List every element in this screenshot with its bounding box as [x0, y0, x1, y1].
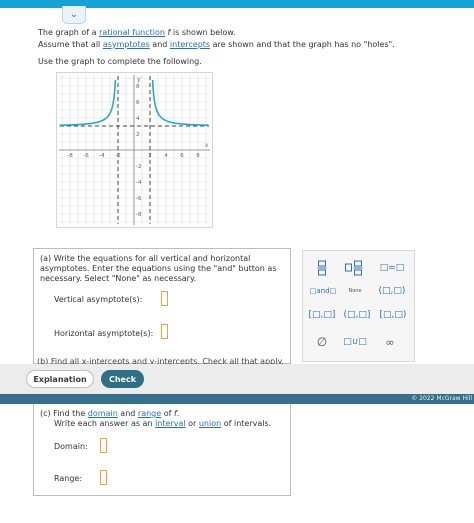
x-tick-label: -4 [99, 153, 105, 159]
y-tick-label: -8 [136, 212, 142, 218]
intercepts-link[interactable]: intercepts [170, 40, 210, 49]
mixed-number-button[interactable] [341, 259, 367, 277]
y-tick-label: -2 [136, 164, 141, 170]
part-c-line-1: (c) Find the domain and range of f. [40, 409, 180, 418]
problem-line-1: The graph of a rational function f is sh… [38, 28, 236, 37]
footer-bar [0, 394, 474, 404]
equals-button[interactable]: □=□ [373, 259, 411, 277]
math-palette: □=□ □and□ None (□,□) [□,□] (□,□] [□,□) ∅… [302, 250, 415, 362]
asymptotes-link[interactable]: asymptotes [103, 40, 150, 49]
interval-link[interactable]: interval [155, 419, 186, 428]
instruction-text: Use the graph to complete the following. [38, 57, 202, 66]
x-tick-label: 2 [148, 153, 152, 159]
problem-statement: The graph of a rational function f is sh… [38, 27, 395, 51]
part-a-box: (a) Write the equations for all vertical… [33, 248, 291, 366]
chevron-down-icon[interactable]: ⌄ [70, 9, 78, 20]
check-button[interactable]: Check [101, 370, 144, 388]
y-tick-label: 4 [136, 116, 140, 122]
open-open-interval-button[interactable]: (□,□) [373, 283, 411, 299]
function-curve-left [59, 79, 117, 127]
domain-input[interactable] [100, 438, 107, 453]
y-tick-label: -4 [136, 180, 142, 186]
infinity-button[interactable]: ∞ [375, 333, 405, 351]
function-curve-right [151, 79, 209, 127]
problem-line-2: Assume that all asymptotes and intercept… [38, 40, 395, 49]
rational-function-link[interactable]: rational function [99, 28, 165, 37]
union-link[interactable]: union [199, 419, 221, 428]
x-tick-label: 6 [180, 153, 184, 159]
x-tick-label: 4 [164, 153, 168, 159]
fraction-icon [317, 260, 327, 276]
none-button[interactable]: None [343, 283, 367, 299]
range-input[interactable] [100, 470, 107, 485]
empty-set-button[interactable]: ∅ [311, 333, 333, 351]
y-tick-label: 8 [136, 84, 140, 90]
vertical-asymptote-label: Vertical asymptote(s): [54, 295, 143, 304]
copyright-text: © 2022 McGraw Hill [411, 395, 472, 402]
collapse-tab[interactable]: ⌄ [62, 6, 86, 24]
mixed-number-icon [345, 260, 363, 276]
domain-label: Domain: [54, 442, 88, 451]
range-label: Range: [54, 474, 83, 483]
horizontal-asymptote-input[interactable] [161, 324, 168, 339]
part-a-text: (a) Write the equations for all vertical… [40, 254, 277, 283]
part-c-line-2: Write each answer as an interval or unio… [54, 419, 272, 428]
domain-link[interactable]: domain [88, 409, 118, 418]
closed-closed-interval-button[interactable]: [□,□] [305, 307, 339, 323]
horizontal-asymptote-label: Horizontal asymptote(s): [54, 329, 154, 338]
x-tick-label: 8 [196, 153, 200, 159]
range-link[interactable]: range [138, 409, 161, 418]
explanation-button[interactable]: Explanation [26, 370, 94, 388]
fraction-button[interactable] [311, 259, 333, 277]
y-axis-label: y [136, 76, 141, 83]
closed-open-interval-button[interactable]: [□,□) [375, 307, 411, 323]
x-tick-label: -6 [83, 153, 89, 159]
function-graph: -8 -6 -4 -2 2 4 6 8 8 6 4 2 -2 -4 -6 -8 x y [56, 72, 213, 228]
graph-canvas: -8 -6 -4 -2 2 4 6 8 8 6 4 2 -2 -4 -6 -8 x y [59, 75, 210, 225]
part-c-box: (c) Find the domain and range of f. Writ… [33, 404, 291, 496]
union-button[interactable]: □∪□ [341, 333, 369, 351]
part-c-text: (c) Find the domain and range of f. Writ… [40, 409, 271, 429]
y-tick-label: -6 [136, 196, 142, 202]
x-tick-label: -2 [115, 153, 120, 159]
y-tick-label: 2 [136, 132, 140, 138]
and-button[interactable]: □and□ [305, 283, 341, 299]
x-axis-label: x [205, 142, 209, 149]
open-closed-interval-button[interactable]: (□,□] [340, 307, 374, 323]
vertical-asymptote-input[interactable] [161, 291, 168, 306]
y-tick-label: 6 [136, 100, 140, 106]
x-tick-label: -8 [67, 153, 73, 159]
